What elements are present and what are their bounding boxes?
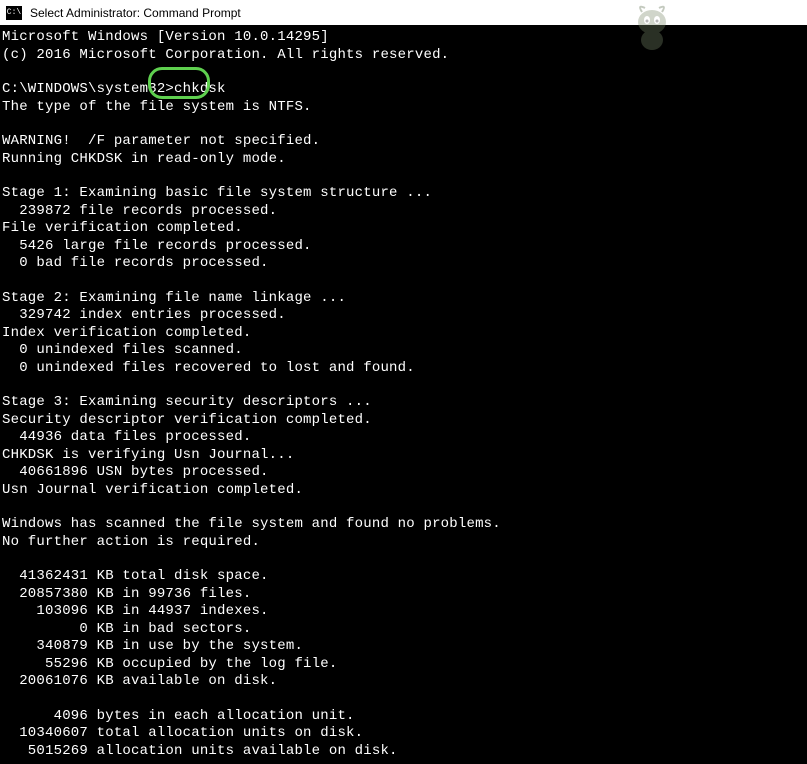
terminal-line: 20857380 KB in 99736 files. xyxy=(2,586,805,604)
terminal-line: Stage 3: Examining security descriptors … xyxy=(2,394,805,412)
terminal-line: Microsoft Windows [Version 10.0.14295] xyxy=(2,29,805,47)
terminal-line: 0 unindexed files recovered to lost and … xyxy=(2,360,805,378)
window-title: Select Administrator: Command Prompt xyxy=(30,6,241,20)
terminal-line: Index verification completed. xyxy=(2,325,805,343)
terminal-line: WARNING! /F parameter not specified. xyxy=(2,133,805,151)
terminal-line: No further action is required. xyxy=(2,534,805,552)
terminal-line: Stage 1: Examining basic file system str… xyxy=(2,185,805,203)
terminal-line: CHKDSK is verifying Usn Journal... xyxy=(2,447,805,465)
terminal-line: C:\WINDOWS\system32>chkdsk xyxy=(2,81,805,99)
terminal-line: 103096 KB in 44937 indexes. xyxy=(2,603,805,621)
terminal-line: 329742 index entries processed. xyxy=(2,307,805,325)
terminal-line: 0 KB in bad sectors. xyxy=(2,621,805,639)
terminal-line xyxy=(2,116,805,133)
terminal-line: 41362431 KB total disk space. xyxy=(2,568,805,586)
window-titlebar[interactable]: C:\ Select Administrator: Command Prompt xyxy=(0,0,807,25)
terminal-line: 40661896 USN bytes processed. xyxy=(2,464,805,482)
terminal-line: 340879 KB in use by the system. xyxy=(2,638,805,656)
terminal-line xyxy=(2,551,805,568)
terminal-line xyxy=(2,273,805,290)
terminal-line: 55296 KB occupied by the log file. xyxy=(2,656,805,674)
terminal-line: 0 bad file records processed. xyxy=(2,255,805,273)
terminal-line: 44936 data files processed. xyxy=(2,429,805,447)
terminal-line: 0 unindexed files scanned. xyxy=(2,342,805,360)
terminal-output[interactable]: Microsoft Windows [Version 10.0.14295](c… xyxy=(0,25,807,764)
terminal-line: The type of the file system is NTFS. xyxy=(2,99,805,117)
terminal-line xyxy=(2,691,805,708)
terminal-line: File verification completed. xyxy=(2,220,805,238)
terminal-line: (c) 2016 Microsoft Corporation. All righ… xyxy=(2,47,805,65)
terminal-line: Stage 2: Examining file name linkage ... xyxy=(2,290,805,308)
terminal-line xyxy=(2,168,805,185)
terminal-line: 10340607 total allocation units on disk. xyxy=(2,725,805,743)
cmd-icon: C:\ xyxy=(6,6,22,20)
terminal-line: Security descriptor verification complet… xyxy=(2,412,805,430)
terminal-line: 5426 large file records processed. xyxy=(2,238,805,256)
terminal-line: 4096 bytes in each allocation unit. xyxy=(2,708,805,726)
terminal-line: Running CHKDSK in read-only mode. xyxy=(2,151,805,169)
terminal-line: Usn Journal verification completed. xyxy=(2,482,805,500)
terminal-line: 239872 file records processed. xyxy=(2,203,805,221)
terminal-line: 20061076 KB available on disk. xyxy=(2,673,805,691)
terminal-line: Windows has scanned the file system and … xyxy=(2,516,805,534)
terminal-line xyxy=(2,64,805,81)
terminal-line: 5015269 allocation units available on di… xyxy=(2,743,805,761)
terminal-line xyxy=(2,377,805,394)
terminal-line xyxy=(2,499,805,516)
